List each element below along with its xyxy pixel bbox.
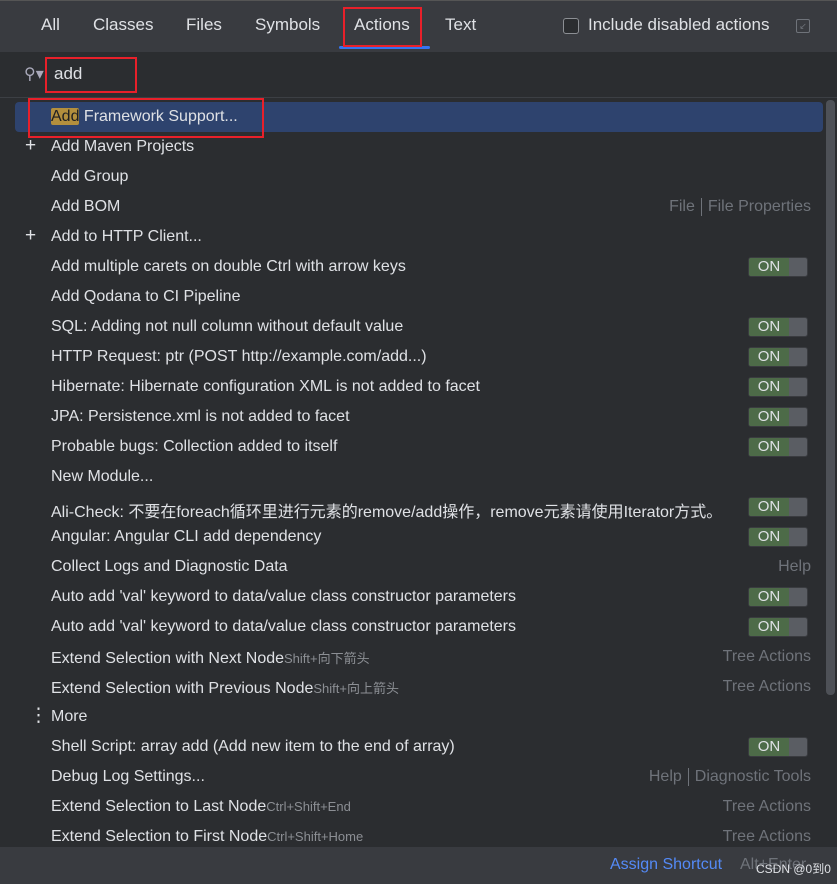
item-group: File File Properties — [669, 198, 811, 216]
toggle-switch[interactable]: ON — [748, 587, 808, 607]
item-label: Add Maven Projects — [51, 138, 195, 155]
item-shortcut: Ctrl+Shift+Home — [267, 829, 364, 844]
list-item[interactable]: Angular: Angular CLI add dependency ON — [15, 522, 823, 552]
pin-window-icon[interactable]: ↙ — [796, 19, 810, 33]
toggle-switch[interactable]: ON — [748, 257, 808, 277]
toggle-switch[interactable]: ON — [748, 317, 808, 337]
list-item[interactable]: + Add Maven Projects — [15, 132, 823, 162]
list-item[interactable]: Add Group — [15, 162, 823, 192]
item-label: Extend Selection to First NodeCtrl+Shift… — [51, 828, 364, 845]
toggle-switch[interactable]: ON — [748, 377, 808, 397]
item-label: New Module... — [51, 468, 154, 485]
item-label: SQL: Adding not null column without defa… — [51, 318, 404, 335]
tab-symbols[interactable]: Symbols — [255, 15, 320, 35]
item-shortcut: Shift+向上箭头 — [313, 681, 399, 696]
list-item[interactable]: Probable bugs: Collection added to itsel… — [15, 432, 823, 462]
toggle-switch[interactable]: ON — [748, 617, 808, 637]
include-disabled-checkbox[interactable] — [563, 18, 579, 34]
item-label: Add BOM — [51, 198, 121, 215]
item-label: Extend Selection with Previous NodeShift… — [51, 680, 399, 697]
toggle-switch[interactable]: ON — [748, 407, 808, 427]
list-item[interactable]: Add Framework Support... — [15, 102, 823, 132]
item-label: Add multiple carets on double Ctrl with … — [51, 258, 406, 275]
item-label: Add Qodana to CI Pipeline — [51, 288, 241, 305]
item-group: Help — [778, 558, 811, 575]
include-disabled-label[interactable]: Include disabled actions — [588, 15, 769, 35]
item-group: Tree Actions — [722, 648, 811, 665]
separator — [687, 768, 689, 786]
list-item[interactable]: Ali-Check: 不要在foreach循环里进行元素的remove/add操… — [15, 492, 823, 522]
list-item[interactable]: Extend Selection with Next NodeShift+向下箭… — [15, 642, 823, 672]
plus-icon: + — [25, 135, 37, 156]
item-label: Ali-Check: 不要在foreach循环里进行元素的remove/add操… — [51, 504, 723, 521]
toggle-switch[interactable]: ON — [748, 527, 808, 547]
list-item[interactable]: Shell Script: array add (Add new item to… — [15, 732, 823, 762]
list-item[interactable]: New Module... — [15, 462, 823, 492]
results-list: Add Framework Support... + Add Maven Proje… — [0, 102, 824, 852]
tab-text[interactable]: Text — [445, 15, 476, 35]
item-label: Debug Log Settings... — [51, 768, 205, 785]
list-item[interactable]: + Add to HTTP Client... — [15, 222, 823, 252]
list-item[interactable]: Add BOM File File Properties — [15, 192, 823, 222]
toggle-switch[interactable]: ON — [748, 437, 808, 457]
item-shortcut: Ctrl+Shift+End — [266, 799, 351, 814]
item-label: Add to HTTP Client... — [51, 228, 202, 245]
active-tab-indicator — [339, 46, 430, 49]
item-label: Probable bugs: Collection added to itsel… — [51, 438, 338, 455]
assign-shortcut-link[interactable]: Assign Shortcut — [610, 856, 722, 874]
item-label: Hibernate: Hibernate configuration XML i… — [51, 378, 480, 395]
item-label: More — [51, 708, 88, 725]
item-label: JPA: Persistence.xml is not added to fac… — [51, 408, 350, 425]
tab-bar: All Classes Files Symbols Actions Text I… — [0, 0, 837, 52]
tab-classes[interactable]: Classes — [93, 15, 153, 35]
item-group: Tree Actions — [722, 828, 811, 845]
list-item[interactable]: Add multiple carets on double Ctrl with … — [15, 252, 823, 282]
item-label: Angular: Angular CLI add dependency — [51, 528, 322, 545]
more-vertical-icon: ⋮ — [29, 705, 48, 726]
search-icon[interactable]: ⚲▾ — [24, 64, 44, 84]
tab-actions[interactable]: Actions — [354, 15, 410, 35]
item-shortcut: Shift+向下箭头 — [284, 651, 370, 666]
search-bar: ⚲▾ — [0, 52, 837, 98]
item-group: Tree Actions — [722, 798, 811, 815]
list-item[interactable]: Extend Selection to Last NodeCtrl+Shift+… — [15, 792, 823, 822]
item-label: Shell Script: array add (Add new item to… — [51, 738, 455, 755]
list-item[interactable]: ⋮ More — [15, 702, 823, 732]
footer: Assign Shortcut Alt+Enter CSDN @0到0 — [0, 847, 837, 884]
item-label: Auto add 'val' keyword to data/value cla… — [51, 618, 517, 635]
item-label: Auto add 'val' keyword to data/value cla… — [51, 588, 517, 605]
list-item[interactable]: SQL: Adding not null column without defa… — [15, 312, 823, 342]
tab-all[interactable]: All — [41, 15, 60, 35]
list-item[interactable]: Extend Selection with Previous NodeShift… — [15, 672, 823, 702]
list-item[interactable]: Auto add 'val' keyword to data/value cla… — [15, 612, 823, 642]
search-input[interactable] — [54, 64, 174, 84]
match-highlight: Add — [51, 108, 80, 125]
list-item[interactable]: Hibernate: Hibernate configuration XML i… — [15, 372, 823, 402]
plus-icon: + — [25, 225, 37, 246]
list-item[interactable]: JPA: Persistence.xml is not added to fac… — [15, 402, 823, 432]
scrollbar[interactable] — [826, 100, 835, 695]
item-label: Extend Selection with Next NodeShift+向下箭… — [51, 650, 370, 667]
list-item[interactable]: Debug Log Settings... Help Diagnostic Tool… — [15, 762, 823, 792]
list-item[interactable]: HTTP Request: ptr (POST http://example.c… — [15, 342, 823, 372]
separator — [700, 198, 702, 216]
toggle-switch[interactable]: ON — [748, 737, 808, 757]
list-item[interactable]: Auto add 'val' keyword to data/value cla… — [15, 582, 823, 612]
watermark: CSDN @0到0 — [756, 862, 831, 876]
item-label: Collect Logs and Diagnostic Data — [51, 558, 288, 575]
item-label: Add Framework Support... — [51, 108, 238, 125]
list-item[interactable]: Collect Logs and Diagnostic Data Help — [15, 552, 823, 582]
item-group: Help Diagnostic Tools — [648, 768, 811, 786]
item-group: Tree Actions — [722, 678, 811, 695]
item-label: Add Group — [51, 168, 129, 185]
item-label: HTTP Request: ptr (POST http://example.c… — [51, 348, 427, 365]
toggle-switch[interactable]: ON — [748, 347, 808, 367]
list-item[interactable]: Add Qodana to CI Pipeline — [15, 282, 823, 312]
item-label: Extend Selection to Last NodeCtrl+Shift+… — [51, 798, 351, 815]
tab-files[interactable]: Files — [186, 15, 222, 35]
toggle-switch[interactable]: ON — [748, 497, 808, 517]
